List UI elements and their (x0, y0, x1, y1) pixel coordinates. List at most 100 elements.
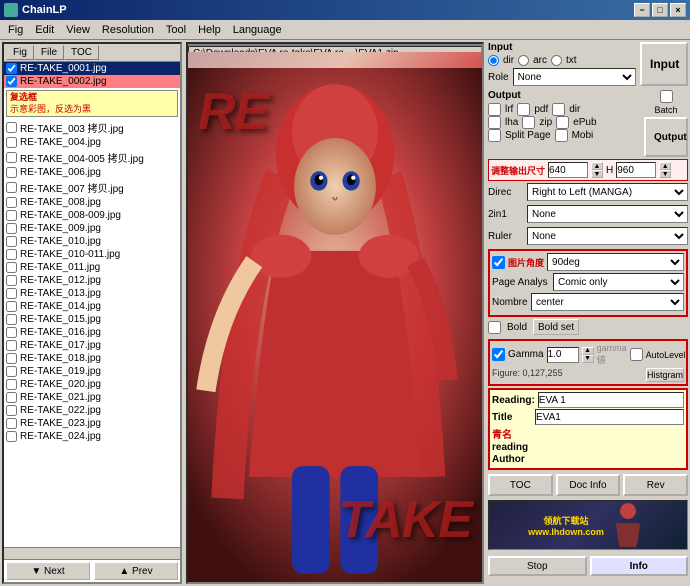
height-input[interactable] (616, 162, 656, 178)
menu-language[interactable]: Language (227, 22, 288, 38)
list-item[interactable]: RE-TAKE_023.jpg (4, 417, 180, 430)
nombre-select[interactable]: center none (531, 293, 684, 311)
aspect-select[interactable]: 90deg 0deg 180deg 270deg (547, 253, 684, 271)
gamma-up-button[interactable]: ▲ (582, 347, 594, 355)
file-checkbox[interactable] (6, 182, 17, 193)
file-checkbox[interactable] (6, 197, 17, 208)
file-list[interactable]: RE-TAKE_0001.jpgRE-TAKE_0002.jpg复选框示意彩图，… (4, 62, 180, 547)
close-button[interactable]: × (670, 3, 686, 17)
file-checkbox[interactable] (6, 236, 17, 247)
radio-txt[interactable] (551, 55, 562, 66)
horizontal-scrollbar[interactable] (4, 547, 180, 559)
file-checkbox[interactable] (6, 366, 17, 377)
list-item[interactable]: RE-TAKE_013.jpg (4, 287, 180, 300)
list-item[interactable]: RE-TAKE_0002.jpg (4, 75, 180, 88)
title-input[interactable] (535, 409, 684, 425)
file-checkbox[interactable] (6, 223, 17, 234)
width-down-button[interactable]: ▼ (591, 170, 603, 178)
menu-resolution[interactable]: Resolution (96, 22, 160, 38)
bold-set-button[interactable]: Bold set (533, 319, 579, 335)
height-up-button[interactable]: ▲ (659, 162, 671, 170)
check-batch[interactable] (660, 90, 673, 103)
list-item[interactable]: RE-TAKE_008.jpg (4, 196, 180, 209)
next-button[interactable]: ▼ Next (6, 562, 90, 580)
file-checkbox[interactable] (6, 314, 17, 325)
list-item[interactable]: RE-TAKE_021.jpg (4, 391, 180, 404)
tab-file[interactable]: File (34, 45, 64, 60)
list-item[interactable]: RE-TAKE_003 拷贝.jpg (4, 119, 180, 136)
info-button[interactable]: Info (590, 556, 689, 576)
file-checkbox[interactable] (6, 249, 17, 260)
autolevel-checkbox[interactable] (630, 348, 643, 361)
bold-checkbox[interactable] (488, 321, 501, 334)
width-input[interactable] (548, 162, 588, 178)
list-item[interactable]: RE-TAKE_020.jpg (4, 378, 180, 391)
aspect-checkbox[interactable] (492, 256, 505, 269)
list-item[interactable]: RE-TAKE_019.jpg (4, 365, 180, 378)
menu-fig[interactable]: Fig (2, 22, 29, 38)
direction-select[interactable]: Right to Left (MANGA) Left to Right (527, 183, 688, 201)
check-pdf[interactable] (517, 103, 530, 116)
file-checkbox[interactable] (6, 379, 17, 390)
rev-button[interactable]: Rev (623, 474, 688, 496)
list-item[interactable]: RE-TAKE_007 拷贝.jpg (4, 179, 180, 196)
ruler-select[interactable]: None (527, 227, 688, 245)
check-zip[interactable] (522, 116, 535, 129)
toc-button[interactable]: TOC (488, 474, 553, 496)
list-item[interactable]: RE-TAKE_018.jpg (4, 352, 180, 365)
file-checkbox[interactable] (6, 340, 17, 351)
list-item[interactable]: RE-TAKE_0001.jpg (4, 62, 180, 75)
check-dir-out[interactable] (552, 103, 565, 116)
stop-button[interactable]: Stop (488, 556, 587, 576)
input-button[interactable]: Input (640, 42, 688, 86)
doc-info-button[interactable]: Doc Info (556, 474, 621, 496)
file-checkbox[interactable] (6, 353, 17, 364)
list-item[interactable]: RE-TAKE_004.jpg (4, 136, 180, 149)
check-lha[interactable] (488, 116, 501, 129)
list-item[interactable]: RE-TAKE_004-005 拷贝.jpg (4, 149, 180, 166)
file-checkbox[interactable] (6, 137, 17, 148)
radio-arc[interactable] (518, 55, 529, 66)
check-mobi[interactable] (555, 129, 568, 142)
list-item[interactable]: RE-TAKE_011.jpg (4, 261, 180, 274)
reading-name-input[interactable] (538, 392, 684, 408)
list-item[interactable]: RE-TAKE_016.jpg (4, 326, 180, 339)
gamma-checkbox[interactable] (492, 348, 505, 361)
file-checkbox[interactable] (6, 275, 17, 286)
file-checkbox[interactable] (6, 152, 17, 163)
file-checkbox[interactable] (6, 392, 17, 403)
list-item[interactable]: RE-TAKE_012.jpg (4, 274, 180, 287)
radio-dir[interactable] (488, 55, 499, 66)
gamma-input[interactable] (547, 347, 579, 363)
file-checkbox[interactable] (6, 122, 17, 133)
list-item[interactable]: RE-TAKE_024.jpg (4, 430, 180, 443)
check-lrf[interactable] (488, 103, 501, 116)
list-item[interactable]: RE-TAKE_008-009.jpg (4, 209, 180, 222)
file-checkbox[interactable] (6, 418, 17, 429)
file-checkbox[interactable] (6, 210, 17, 221)
list-item[interactable]: RE-TAKE_010-011.jpg (4, 248, 180, 261)
list-item[interactable]: RE-TAKE_014.jpg (4, 300, 180, 313)
menu-edit[interactable]: Edit (29, 22, 60, 38)
file-checkbox[interactable] (6, 167, 17, 178)
prev-button[interactable]: ▲ Prev (94, 562, 178, 580)
list-item[interactable]: RE-TAKE_015.jpg (4, 313, 180, 326)
tab-toc[interactable]: TOC (64, 45, 99, 60)
file-checkbox[interactable] (6, 262, 17, 273)
minimize-button[interactable]: − (634, 3, 650, 17)
list-item[interactable]: RE-TAKE_017.jpg (4, 339, 180, 352)
2in1-select[interactable]: None (527, 205, 688, 223)
menu-help[interactable]: Help (192, 22, 227, 38)
file-checkbox[interactable] (6, 431, 17, 442)
list-item[interactable]: RE-TAKE_006.jpg (4, 166, 180, 179)
file-checkbox[interactable] (6, 76, 17, 87)
maximize-button[interactable]: □ (652, 3, 668, 17)
menu-tool[interactable]: Tool (160, 22, 192, 38)
check-epub[interactable] (556, 116, 569, 129)
file-checkbox[interactable] (6, 288, 17, 299)
output-button[interactable]: Qutput (644, 117, 688, 157)
width-up-button[interactable]: ▲ (591, 162, 603, 170)
file-checkbox[interactable] (6, 63, 17, 74)
list-item[interactable]: RE-TAKE_009.jpg (4, 222, 180, 235)
gamma-down-button[interactable]: ▼ (582, 355, 594, 363)
